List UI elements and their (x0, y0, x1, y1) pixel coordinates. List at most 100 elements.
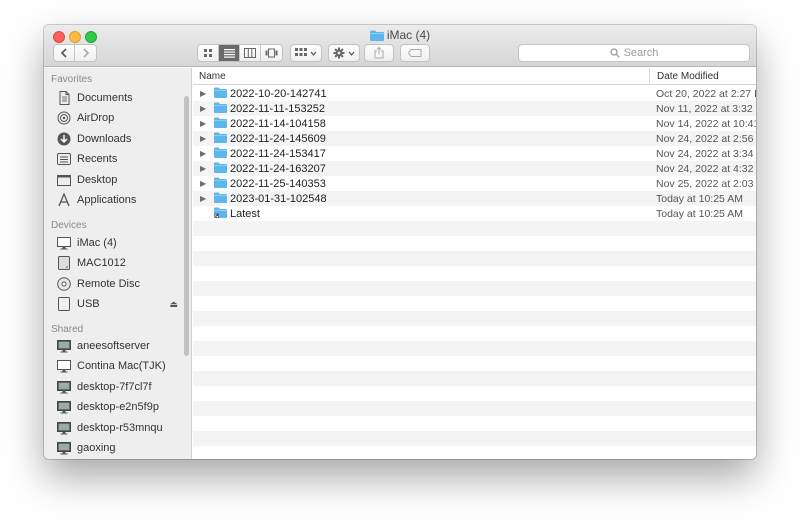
sidebar-item-shared-0[interactable]: aneesoftserver (57, 337, 182, 355)
disclosure-triangle-icon[interactable]: ▶ (200, 119, 206, 128)
sidebar-item-label: Documents (77, 92, 133, 104)
table-row[interactable]: ▶ 2022-11-11-153252 Nov 11, 2022 at 3:32 P (193, 101, 756, 116)
search-placeholder: Search (623, 47, 659, 59)
table-row[interactable]: ▶ 2022-11-25-140353 Nov 25, 2022 at 2:03 P (193, 176, 756, 191)
file-name: Latest (230, 207, 260, 220)
sidebar-item-label: Desktop (77, 174, 118, 186)
shared-computer-icon (57, 441, 71, 455)
column-divider[interactable] (649, 68, 650, 85)
list-view-button[interactable] (219, 45, 240, 61)
tag-icon (408, 49, 422, 57)
table-row[interactable]: ▶ 2022-11-24-145609 Nov 24, 2022 at 2:56 P (193, 131, 756, 146)
sidebar-item-shared-2[interactable]: desktop-7f7cl7f (57, 378, 182, 396)
date-modified: Nov 25, 2022 at 2:03 P (656, 177, 756, 190)
sidebar-item-shared-5[interactable]: gaoxing (57, 439, 182, 457)
sidebar-item-label: aneesoftserver (77, 340, 150, 352)
date-modified: Today at 10:25 AM (656, 192, 743, 205)
sidebar-item-label: iMac (4) (77, 237, 117, 249)
table-row[interactable]: ▶ 2022-11-24-153417 Nov 24, 2022 at 3:34 P (193, 146, 756, 161)
date-modified: Nov 14, 2022 at 10:41 A (656, 117, 756, 130)
sidebar-item-label: desktop-e2n5f9p (77, 401, 159, 413)
row-stripe (193, 416, 756, 431)
sidebar-item-label: Applications (77, 194, 137, 206)
group-by-button[interactable] (290, 44, 322, 62)
disclosure-triangle-icon[interactable]: ▶ (200, 149, 206, 158)
sidebar-item-label: MAC1012 (77, 257, 126, 269)
sidebar-item-imac[interactable]: iMac (4) (57, 234, 182, 252)
sidebar-item-airdrop[interactable]: AirDrop (57, 109, 182, 127)
table-row[interactable]: ▶ 2022-11-24-163207 Nov 24, 2022 at 4:32 P (193, 161, 756, 176)
title-bar: iMac (4) Search (44, 25, 756, 67)
view-mode-control (197, 44, 283, 62)
sidebar-item-desktop[interactable]: Desktop (57, 171, 182, 189)
recents-icon (57, 152, 71, 166)
table-row[interactable]: ▶ 2022-11-14-104158 Nov 14, 2022 at 10:41 … (193, 116, 756, 131)
window-title-text: iMac (4) (386, 28, 431, 42)
share-button[interactable] (364, 44, 394, 62)
forward-button[interactable] (75, 45, 96, 61)
sidebar-item-mac1012[interactable]: MAC1012 (57, 254, 182, 272)
date-modified: Oct 20, 2022 at 2:27 P (656, 87, 756, 100)
sidebar-item-shared-1[interactable]: Contina Mac(TJK) (57, 357, 182, 375)
disclosure-triangle-icon[interactable]: ▶ (200, 194, 206, 203)
icon-view-button[interactable] (198, 45, 219, 61)
airdrop-icon (57, 111, 71, 125)
remote-disc-icon (57, 277, 71, 291)
folder-icon (369, 30, 384, 44)
sidebar-item-label: desktop-r53mnqu (77, 422, 163, 434)
usb-drive-icon (57, 297, 71, 311)
sidebar-item-label: gaoxing (77, 442, 116, 454)
column-header-name[interactable]: Name (199, 71, 226, 82)
sidebar-heading-shared: Shared (51, 324, 84, 335)
sidebar-item-recents[interactable]: Recents (57, 150, 182, 168)
disclosure-triangle-icon[interactable]: ▶ (200, 104, 206, 113)
row-stripe (193, 236, 756, 251)
folder-icon (214, 87, 227, 101)
hard-drive-icon (57, 256, 71, 270)
gallery-view-button[interactable] (261, 45, 282, 61)
sidebar-item-remote-disc[interactable]: Remote Disc (57, 275, 182, 293)
file-name: 2022-11-24-153417 (230, 147, 326, 160)
table-row[interactable]: ▶ 2023-01-31-102548 Today at 10:25 AM (193, 191, 756, 206)
gear-icon (333, 47, 345, 59)
row-stripe (193, 386, 756, 401)
back-button[interactable] (54, 45, 75, 61)
gallery-view-icon (265, 48, 278, 58)
table-row[interactable]: ▶ 2022-10-20-142741 Oct 20, 2022 at 2:27 P (193, 86, 756, 101)
eject-icon[interactable]: ⏏ (169, 299, 178, 310)
date-modified: Today at 10:25 AM (656, 207, 743, 220)
sidebar-item-downloads[interactable]: Downloads (57, 130, 182, 148)
sidebar-item-usb[interactable]: USB ⏏ (57, 295, 182, 313)
column-view-button[interactable] (240, 45, 261, 61)
share-icon (374, 47, 384, 59)
list-header: Name Date Modified (193, 68, 756, 85)
sidebar-item-label: desktop-7f7cl7f (77, 381, 152, 393)
column-header-date-modified[interactable]: Date Modified (657, 71, 719, 82)
sidebar-item-documents[interactable]: Documents (57, 89, 182, 107)
desktop-icon (57, 173, 71, 187)
file-name: 2022-11-14-104158 (230, 117, 326, 130)
disclosure-triangle-icon[interactable]: ▶ (200, 164, 206, 173)
tag-button[interactable] (400, 44, 430, 62)
finder-window: iMac (4) Search Favorites Documents AirD… (44, 25, 756, 459)
sidebar-item-applications[interactable]: Applications (57, 191, 182, 209)
disclosure-triangle-icon[interactable]: ▶ (200, 134, 206, 143)
folder-icon (214, 147, 227, 161)
shared-computer-icon (57, 359, 71, 373)
folder-icon (214, 162, 227, 176)
row-stripe (193, 251, 756, 266)
disclosure-triangle-icon[interactable]: ▶ (200, 179, 206, 188)
search-field[interactable]: Search (518, 44, 750, 62)
disclosure-triangle-icon[interactable]: ▶ (200, 89, 206, 98)
sidebar-scrollbar[interactable] (184, 96, 189, 356)
table-row[interactable]: Latest Today at 10:25 AM (193, 206, 756, 221)
folder-alias-icon (214, 207, 227, 221)
shared-computer-icon (57, 380, 71, 394)
row-stripe (193, 266, 756, 281)
sidebar-item-shared-4[interactable]: desktop-r53mnqu (57, 419, 182, 437)
date-modified: Nov 24, 2022 at 4:32 P (656, 162, 756, 175)
sidebar-item-shared-3[interactable]: desktop-e2n5f9p (57, 398, 182, 416)
file-name: 2022-10-20-142741 (230, 87, 327, 100)
action-button[interactable] (328, 44, 360, 62)
row-stripe (193, 296, 756, 311)
